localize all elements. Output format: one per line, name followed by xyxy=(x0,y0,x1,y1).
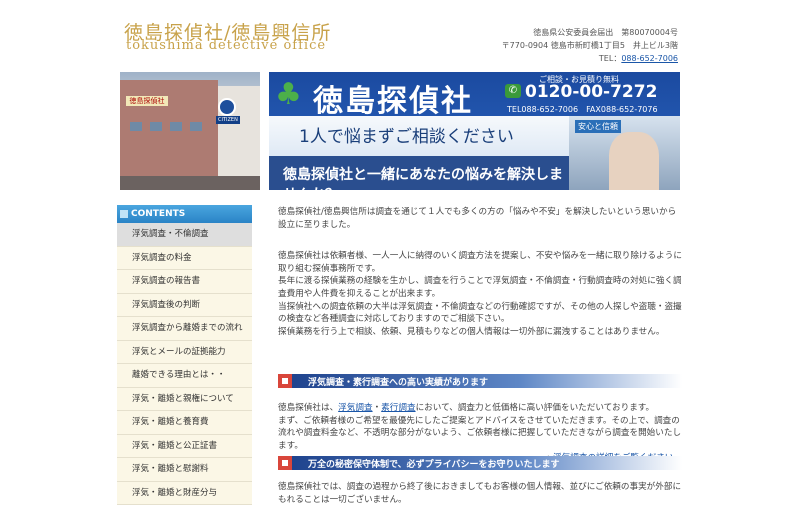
sidebar-item-property-division[interactable]: 浮気・離婚と財産分与 xyxy=(117,481,252,505)
intro-text: 徳島探偵社/徳島興信所は調査を通じて１人でも多くの方の「悩みや不安」を解決したい… xyxy=(278,207,677,230)
freedial-icon: ✆ xyxy=(505,84,521,98)
heading-marker-icon xyxy=(278,456,292,470)
window xyxy=(150,122,162,131)
sidebar-heading-label: CONTENTS xyxy=(131,209,186,219)
body-text: 徳島探偵社は依頼者様、一人一人に納得のいく調査方法を提案し、不安や悩みを一緒に取… xyxy=(278,251,682,274)
section-heading-track-record: 浮気調査・素行調査への高い実績があります xyxy=(278,374,682,388)
header-info: 徳島県公安委員会届出 第80070004号 〒770-0904 徳島市新町橋1丁… xyxy=(502,26,678,65)
sidebar-item-consolation-money[interactable]: 浮気・離婚と慰謝料 xyxy=(117,458,252,482)
window xyxy=(190,122,202,131)
street xyxy=(120,176,260,190)
phone-line: TEL：088-652-7006 xyxy=(502,52,678,65)
sidebar-item-divorce-reasons[interactable]: 離婚できる理由とは・・ xyxy=(117,364,252,388)
separator: ・ xyxy=(372,403,382,413)
window xyxy=(170,122,182,131)
license-text: 徳島県公安委員会届出 第80070004号 xyxy=(533,28,678,37)
body-text: 当探偵社への調査依頼の大半は浮気調査・不倫調査などの行動確認ですが、その他の人探… xyxy=(278,301,682,325)
consultant-photo: 安心と信頼 xyxy=(569,116,680,190)
section-title: 万全の秘密保守体制で、必ずプライバシーをお守りいたします xyxy=(308,460,560,470)
sidebar-item-affair-investigation[interactable]: 浮気調査・不倫調査 xyxy=(117,223,252,247)
body-text: 探偵業務を行う上で相談、依頼、見積もりなどの個人情報は一切外部に漏洩することはあ… xyxy=(278,326,665,337)
site-logo-english: tokushima detective office xyxy=(126,38,327,53)
section-privacy-text: 徳島探偵社では、調査の過程から終了後におきましてもお客様の個人情報、並びにご依頼… xyxy=(278,482,682,505)
clock-icon xyxy=(218,98,236,116)
tel-fax: TEL088-652-7006 FAX088-652-7076 xyxy=(507,105,658,114)
heading-marker-icon xyxy=(278,374,292,388)
sidebar-item-affair-fees[interactable]: 浮気調査の料金 xyxy=(117,246,252,270)
body-text: 長年に渡る探偵業務の経験を生かし、調査を行うことで浮気調査・不倫調査・行動調査時… xyxy=(278,276,682,299)
sidebar-item-custody[interactable]: 浮気・離婚と親権について xyxy=(117,387,252,411)
sidebar-item-notarized-deed[interactable]: 浮気・離婚と公正証書 xyxy=(117,434,252,458)
sidebar-item-email-evidence[interactable]: 浮気とメールの証拠能力 xyxy=(117,340,252,364)
office-building-photo: 徳島探偵社 CITIZEN xyxy=(120,72,260,190)
slogan-band-dark: 徳島探偵社と一緒にあなたの悩みを解決しませんか？ xyxy=(269,156,569,190)
clock-brand: CITIZEN xyxy=(216,116,240,124)
slogan-sub: 徳島探偵社と一緒にあなたの悩みを解決しませんか？ xyxy=(283,167,563,190)
clover-icon: ♣ xyxy=(275,77,302,112)
sidebar-item-to-divorce-flow[interactable]: 浮気調査から離婚までの流れ xyxy=(117,317,252,341)
main-content: 徳島探偵社/徳島興信所は調査を通じて１人でも多くの方の「悩みや不安」を解決したい… xyxy=(278,206,682,338)
section-heading-privacy: 万全の秘密保守体制で、必ずプライバシーをお守りいたします xyxy=(278,456,682,470)
window xyxy=(130,122,142,131)
text: において、調査力と低価格に高い評価をいただいております。 xyxy=(415,403,655,413)
hero-banner: ♣ 徳島探偵社 ご相談・お見積り無料 ✆ 0120-00-7272 TEL088… xyxy=(269,72,680,190)
sidebar-heading: CONTENTS xyxy=(117,205,252,223)
phone-link[interactable]: 088-652-7006 xyxy=(621,54,678,63)
building-sign: 徳島探偵社 xyxy=(126,96,168,106)
conduct-investigation-link[interactable]: 素行調査 xyxy=(381,403,415,413)
affair-investigation-link[interactable]: 浮気調査 xyxy=(338,403,372,413)
sidebar-menu: CONTENTS 浮気調査・不倫調査 浮気調査の料金 浮気調査の報告書 浮気調査… xyxy=(117,205,252,505)
section-title: 浮気調査・素行調査への高い実績があります xyxy=(308,378,489,388)
sidebar-item-affair-report[interactable]: 浮気調査の報告書 xyxy=(117,270,252,294)
contents-icon xyxy=(120,210,128,218)
phone-label: TEL： xyxy=(598,54,622,63)
banner-title: 徳島探偵社 xyxy=(313,84,473,119)
photo-caption: 安心と信頼 xyxy=(575,120,621,133)
text: 徳島探偵社は、 xyxy=(278,403,339,413)
freedial-number: 0120-00-7272 xyxy=(525,82,658,102)
address-text: 〒770-0904 徳島市新町橋1丁目5 井上ビル3階 xyxy=(501,41,678,50)
sidebar-item-after-investigation[interactable]: 浮気調査後の判断 xyxy=(117,293,252,317)
person-figure xyxy=(609,132,659,190)
text: まず、ご依頼者様のご希望を最優先にしたご提案とアドバイスをさせていただきます。そ… xyxy=(278,415,682,451)
slogan-main: 1人で悩まずご相談ください xyxy=(299,127,514,147)
sidebar-item-child-support[interactable]: 浮気・離婚と養育費 xyxy=(117,411,252,435)
